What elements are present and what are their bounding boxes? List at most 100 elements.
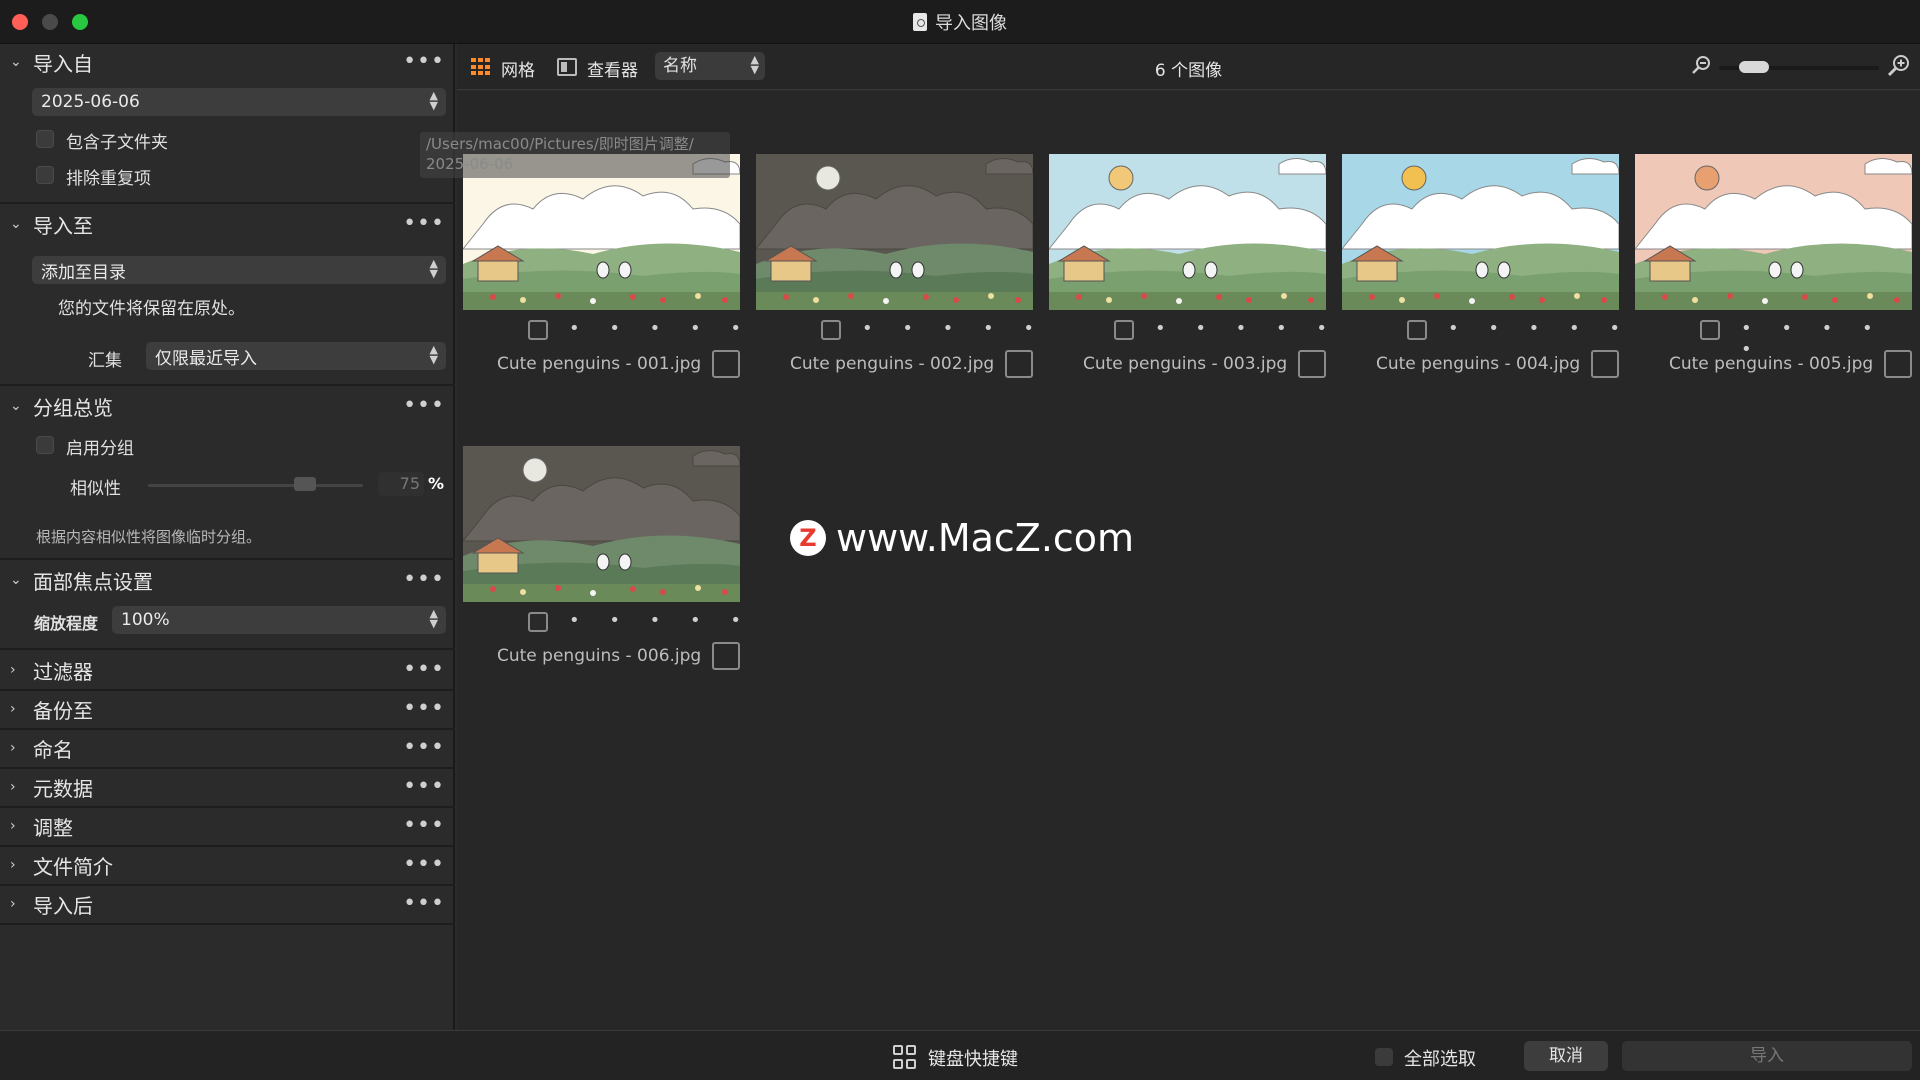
zoom-level-select[interactable]: 100% ▲ ▼ [112, 606, 446, 634]
image-grid: • • • • • Cute penguins - 001.jpg • • • • … [420, 91, 1920, 1030]
chevron-right-icon[interactable]: › [10, 857, 22, 873]
up-down-arrows-icon: ▲ ▼ [429, 343, 438, 366]
section-import-to[interactable]: ⌄ 导入至 ••• [0, 206, 455, 242]
chevron-down-icon[interactable]: ⌄ [10, 572, 22, 588]
divider [0, 923, 455, 925]
thumbnail-filename: Cute penguins - 002.jpg [790, 354, 995, 374]
rating-dots[interactable]: • • • • • [1155, 318, 1339, 339]
include-subfolders-label: 包含子文件夹 [66, 133, 168, 153]
section-title: 调整 [33, 815, 73, 840]
collection-select[interactable]: 仅限最近导入 ▲ ▼ [146, 342, 446, 370]
chevron-down-icon[interactable]: ⌄ [10, 216, 22, 232]
image-thumbnail[interactable] [756, 154, 1033, 310]
chevron-right-icon[interactable]: › [10, 896, 22, 912]
image-thumbnail[interactable] [1635, 154, 1912, 310]
more-options-icon[interactable]: ••• [403, 395, 445, 417]
chevron-right-icon[interactable]: › [10, 740, 22, 756]
thumbnail-select-checkbox[interactable] [1700, 320, 1720, 340]
more-options-icon[interactable]: ••• [403, 569, 445, 591]
chevron-right-icon[interactable]: › [10, 701, 22, 717]
sidebar-section-collapsed[interactable]: › 命名 ••• [0, 730, 455, 766]
section-title: 导入后 [33, 893, 93, 918]
zoom-out-icon[interactable] [1691, 55, 1711, 75]
enable-grouping-checkbox[interactable] [36, 436, 54, 454]
destination-select[interactable]: 添加至目录 ▲ ▼ [32, 256, 446, 284]
section-title: 文件简介 [33, 854, 113, 879]
thumbnail-illustration [1049, 154, 1326, 310]
destination-value: 添加至目录 [41, 262, 126, 283]
chevron-down-icon[interactable]: ⌄ [10, 54, 22, 70]
chevron-right-icon[interactable]: › [10, 818, 22, 834]
bottom-bar: 键盘快捷键 全部选取 取消 导入 [0, 1030, 1920, 1080]
include-subfolders-checkbox[interactable] [36, 130, 54, 148]
document-icon [913, 13, 927, 31]
thumbnail-import-checkbox[interactable] [1884, 350, 1912, 378]
sidebar-section-collapsed[interactable]: › 调整 ••• [0, 808, 455, 844]
rating-dots[interactable]: • • • • • [569, 318, 753, 339]
keyboard-shortcuts-label[interactable]: 键盘快捷键 [928, 1045, 1018, 1071]
thumbnail-import-checkbox[interactable] [712, 350, 740, 378]
rating-dots[interactable]: • • • • • [569, 610, 753, 631]
sidebar-section-collapsed[interactable]: › 备份至 ••• [0, 691, 455, 727]
rating-dots[interactable]: • • • • • [862, 318, 1046, 339]
more-options-icon[interactable]: ••• [403, 737, 445, 759]
similarity-slider-thumb[interactable] [294, 477, 316, 491]
grouping-help-text: 根据内容相似性将图像临时分组。 [36, 528, 262, 546]
up-down-arrows-icon: ▲ ▼ [429, 607, 438, 630]
section-import-from[interactable]: ⌄ 导入自 ••• [0, 44, 455, 80]
keyboard-shortcuts-icon[interactable] [893, 1045, 917, 1069]
more-options-icon[interactable]: ••• [403, 815, 445, 837]
similarity-slider-track[interactable] [148, 484, 363, 487]
thumbnail-import-checkbox[interactable] [1005, 350, 1033, 378]
chevron-right-icon[interactable]: › [10, 779, 22, 795]
path-tooltip-line: /Users/mac00/Pictures/即时图片调整/ [426, 135, 694, 153]
zoom-in-icon[interactable] [1887, 53, 1911, 77]
section-title: 导入自 [33, 51, 93, 76]
thumbnail-illustration [463, 446, 740, 602]
section-grouping[interactable]: ⌄ 分组总览 ••• [0, 388, 455, 424]
cancel-button[interactable]: 取消 [1524, 1041, 1608, 1071]
more-options-icon[interactable]: ••• [403, 893, 445, 915]
thumbnail-select-checkbox[interactable] [528, 612, 548, 632]
divider [0, 384, 455, 386]
watermark: Z www.MacZ.com [790, 516, 1134, 560]
zoom-level-value: 100% [121, 610, 170, 630]
more-options-icon[interactable]: ••• [403, 698, 445, 720]
thumbnail-select-checkbox[interactable] [528, 320, 548, 340]
import-button[interactable]: 导入 [1622, 1041, 1912, 1071]
chevron-right-icon[interactable]: › [10, 662, 22, 678]
select-all-label: 全部选取 [1404, 1049, 1476, 1070]
sidebar-section-collapsed[interactable]: › 文件简介 ••• [0, 847, 455, 883]
sidebar-section-collapsed[interactable]: › 导入后 ••• [0, 886, 455, 922]
collection-label: 汇集 [88, 351, 122, 371]
select-all-checkbox[interactable] [1375, 1048, 1393, 1066]
more-options-icon[interactable]: ••• [403, 776, 445, 798]
sidebar-section-collapsed[interactable]: › 元数据 ••• [0, 769, 455, 805]
more-options-icon[interactable]: ••• [403, 659, 445, 681]
thumbnail-select-checkbox[interactable] [1407, 320, 1427, 340]
more-options-icon[interactable]: ••• [403, 213, 445, 235]
exclude-duplicates-checkbox[interactable] [36, 166, 54, 184]
section-face-focus[interactable]: ⌄ 面部焦点设置 ••• [0, 562, 455, 598]
thumbnail-select-checkbox[interactable] [821, 320, 841, 340]
thumbnail-import-checkbox[interactable] [712, 642, 740, 670]
chevron-down-icon[interactable]: ⌄ [10, 398, 22, 414]
thumbnail-filename: Cute penguins - 005.jpg [1669, 354, 1874, 374]
rating-dots[interactable]: • • • • • [1448, 318, 1632, 339]
thumbnail-import-checkbox[interactable] [1591, 350, 1619, 378]
import-from-date-select[interactable]: 2025-06-06 ▲ ▼ [32, 88, 446, 116]
image-thumbnail[interactable] [1049, 154, 1326, 310]
thumbnail-size-slider-thumb[interactable] [1739, 61, 1769, 73]
section-title: 元数据 [33, 776, 93, 801]
image-thumbnail[interactable] [1342, 154, 1619, 310]
thumbnail-illustration [756, 154, 1033, 310]
up-down-arrows-icon: ▲ ▼ [429, 89, 438, 112]
sidebar-section-collapsed[interactable]: › 过滤器 ••• [0, 652, 455, 688]
thumbnail-select-checkbox[interactable] [1114, 320, 1134, 340]
enable-grouping-label: 启用分组 [66, 439, 134, 459]
similarity-value-field[interactable]: 75 [378, 472, 424, 496]
thumbnail-import-checkbox[interactable] [1298, 350, 1326, 378]
image-thumbnail[interactable] [463, 446, 740, 602]
more-options-icon[interactable]: ••• [403, 51, 445, 73]
more-options-icon[interactable]: ••• [403, 854, 445, 876]
